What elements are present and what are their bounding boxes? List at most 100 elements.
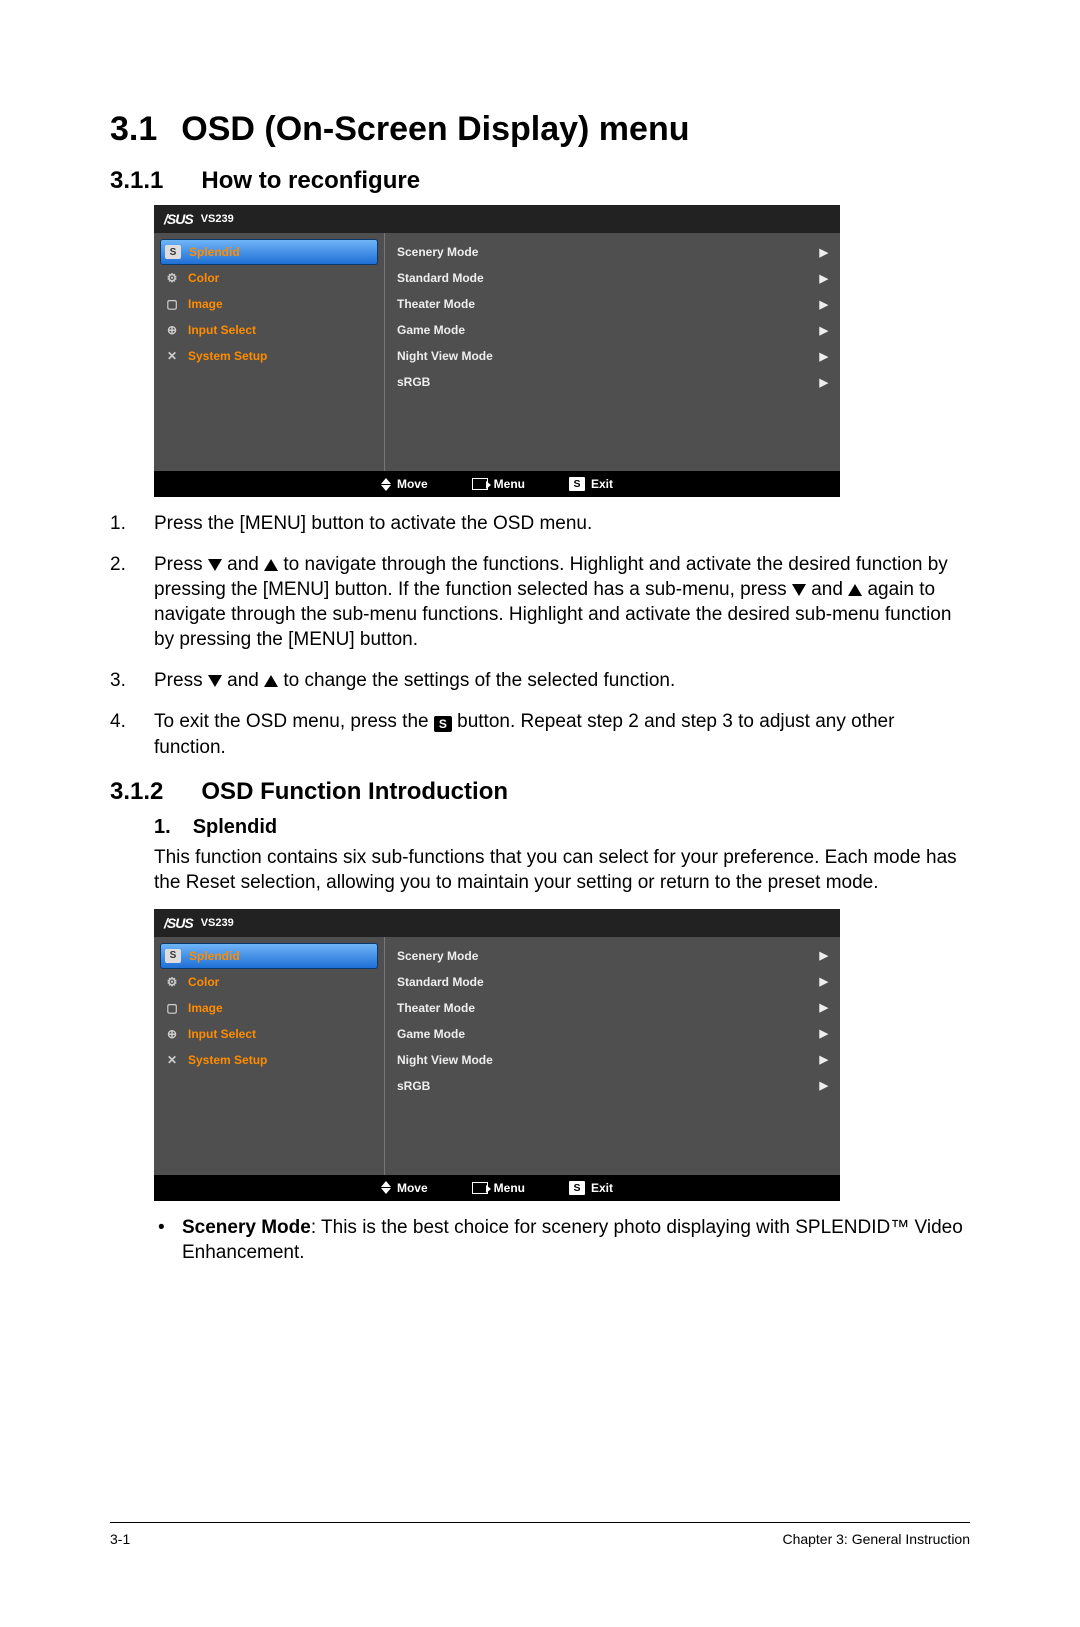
osd-menu-image[interactable]: ▢ Image — [154, 291, 384, 317]
osd-submenu-label: Standard Mode — [397, 975, 484, 989]
osd-menu-label: Input Select — [188, 323, 256, 337]
triangle-up-icon — [264, 675, 278, 687]
setup-icon: ✕ — [164, 1052, 180, 1068]
osd-screenshot: /SUS VS239 S Splendid ⚙ Color ▢ Image ⊕ … — [154, 909, 840, 1201]
bullet-item: Scenery Mode: This is the best choice fo… — [154, 1215, 970, 1265]
step-text: to change the settings of the selected f… — [283, 670, 675, 691]
osd-submenu-item[interactable]: Theater Mode ▶ — [395, 291, 830, 317]
s-button-icon: S — [569, 477, 585, 491]
page-number: 3-1 — [110, 1531, 130, 1547]
osd-footer-exit: S Exit — [569, 477, 613, 491]
model-label: VS239 — [201, 213, 234, 225]
image-icon: ▢ — [164, 296, 180, 312]
osd-footer-label: Move — [397, 477, 428, 491]
subsection-heading: 3.1.1 How to reconfigure — [110, 167, 970, 195]
osd-footer-move: Move — [381, 1181, 428, 1195]
osd-topbar: /SUS VS239 — [154, 205, 840, 233]
osd-screenshot: /SUS VS239 S Splendid ⚙ Color ▢ Image ⊕ … — [154, 205, 840, 497]
triangle-down-icon — [208, 559, 222, 571]
osd-menu-splendid[interactable]: S Splendid — [160, 239, 378, 265]
brand-logo: /SUS — [164, 915, 193, 931]
color-icon: ⚙ — [164, 270, 180, 286]
osd-menu-label: Color — [188, 271, 219, 285]
osd-right-menu: Scenery Mode ▶ Standard Mode ▶ Theater Mod… — [385, 233, 840, 471]
step-item: 4. To exit the OSD menu, press the S but… — [110, 709, 970, 759]
chevron-right-icon: ▶ — [820, 350, 828, 363]
splendid-intro: This function contains six sub-functions… — [154, 845, 970, 895]
page-footer: 3-1 Chapter 3: General Instruction — [110, 1522, 970, 1547]
chevron-right-icon: ▶ — [820, 376, 828, 389]
osd-menu-system-setup[interactable]: ✕ System Setup — [154, 343, 384, 369]
osd-menu-input-select[interactable]: ⊕ Input Select — [154, 1021, 384, 1047]
input-icon: ⊕ — [164, 1026, 180, 1042]
chevron-right-icon: ▶ — [820, 1053, 828, 1066]
osd-submenu-item[interactable]: Night View Mode▶ — [395, 1047, 830, 1073]
subsection-number: 3.1.2 — [110, 778, 163, 806]
image-icon: ▢ — [164, 1000, 180, 1016]
step-item: 1.Press the [MENU] button to activate th… — [110, 511, 970, 536]
bullet-label: Scenery Mode — [182, 1217, 311, 1238]
osd-submenu-label: Standard Mode — [397, 271, 484, 285]
setup-icon: ✕ — [164, 348, 180, 364]
subsection-number: 3.1.1 — [110, 167, 163, 195]
splendid-icon: S — [165, 244, 181, 260]
osd-submenu-item[interactable]: Theater Mode▶ — [395, 995, 830, 1021]
move-arrows-icon — [381, 478, 391, 491]
splendid-icon: S — [165, 948, 181, 964]
osd-footer-label: Menu — [494, 1181, 525, 1195]
chapter-label: Chapter 3: General Instruction — [782, 1531, 970, 1547]
osd-footer-label: Move — [397, 1181, 428, 1195]
osd-footer-exit: S Exit — [569, 1181, 613, 1195]
osd-left-menu: S Splendid ⚙ Color ▢ Image ⊕ Input Selec… — [154, 937, 384, 1175]
triangle-up-icon — [264, 559, 278, 571]
osd-submenu-item[interactable]: sRGB▶ — [395, 1073, 830, 1099]
osd-submenu-item[interactable]: Scenery Mode▶ — [395, 943, 830, 969]
osd-footer: Move Menu S Exit — [154, 471, 840, 497]
osd-submenu-item[interactable]: Game Mode▶ — [395, 1021, 830, 1047]
subsection-heading: 3.1.2 OSD Function Introduction — [110, 778, 970, 806]
triangle-down-icon — [792, 584, 806, 596]
osd-body: S Splendid ⚙ Color ▢ Image ⊕ Input Selec… — [154, 937, 840, 1175]
osd-footer-menu: Menu — [472, 477, 525, 491]
menu-icon — [472, 1182, 488, 1194]
osd-submenu-label: Game Mode — [397, 323, 465, 337]
chevron-right-icon: ▶ — [820, 298, 828, 311]
osd-submenu-item[interactable]: sRGB▶ — [395, 369, 830, 395]
chevron-right-icon: ▶ — [820, 949, 828, 962]
osd-submenu-label: Game Mode — [397, 1027, 465, 1041]
osd-submenu-item[interactable]: Standard Mode▶ — [395, 969, 830, 995]
osd-submenu-item[interactable]: Standard Mode ▶ — [395, 265, 830, 291]
osd-submenu-item[interactable]: Scenery Mode ▶ — [395, 239, 830, 265]
section-heading: 3.1 OSD (On-Screen Display) menu — [110, 110, 970, 149]
osd-submenu-item[interactable]: Night View Mode▶ — [395, 343, 830, 369]
osd-submenu-label: Theater Mode — [397, 297, 475, 311]
step-item: 3. Press and to change the settings of t… — [110, 668, 970, 693]
osd-menu-image[interactable]: ▢ Image — [154, 995, 384, 1021]
osd-footer-label: Menu — [494, 477, 525, 491]
item-title: Splendid — [193, 816, 277, 839]
menu-icon — [472, 478, 488, 490]
osd-menu-label: Splendid — [189, 949, 240, 963]
osd-submenu-item[interactable]: Game Mode▶ — [395, 317, 830, 343]
step-text: Press — [154, 554, 208, 575]
osd-menu-label: System Setup — [188, 1053, 267, 1067]
osd-menu-system-setup[interactable]: ✕ System Setup — [154, 1047, 384, 1073]
osd-menu-splendid[interactable]: S Splendid — [160, 943, 378, 969]
osd-menu-label: Input Select — [188, 1027, 256, 1041]
osd-footer: Move Menu S Exit — [154, 1175, 840, 1201]
osd-footer-label: Exit — [591, 1181, 613, 1195]
item-heading: 1. Splendid — [154, 816, 970, 839]
osd-menu-color[interactable]: ⚙ Color — [154, 265, 384, 291]
osd-submenu-label: Scenery Mode — [397, 245, 478, 259]
osd-menu-label: Image — [188, 1001, 223, 1015]
osd-right-menu: Scenery Mode▶ Standard Mode▶ Theater Mod… — [385, 937, 840, 1175]
chevron-right-icon: ▶ — [820, 246, 828, 259]
osd-menu-input-select[interactable]: ⊕ Input Select — [154, 317, 384, 343]
osd-footer-move: Move — [381, 477, 428, 491]
model-label: VS239 — [201, 917, 234, 929]
chevron-right-icon: ▶ — [820, 272, 828, 285]
osd-menu-color[interactable]: ⚙ Color — [154, 969, 384, 995]
subsection-title: How to reconfigure — [201, 167, 420, 195]
osd-topbar: /SUS VS239 — [154, 909, 840, 937]
bullet-list: Scenery Mode: This is the best choice fo… — [154, 1215, 970, 1265]
